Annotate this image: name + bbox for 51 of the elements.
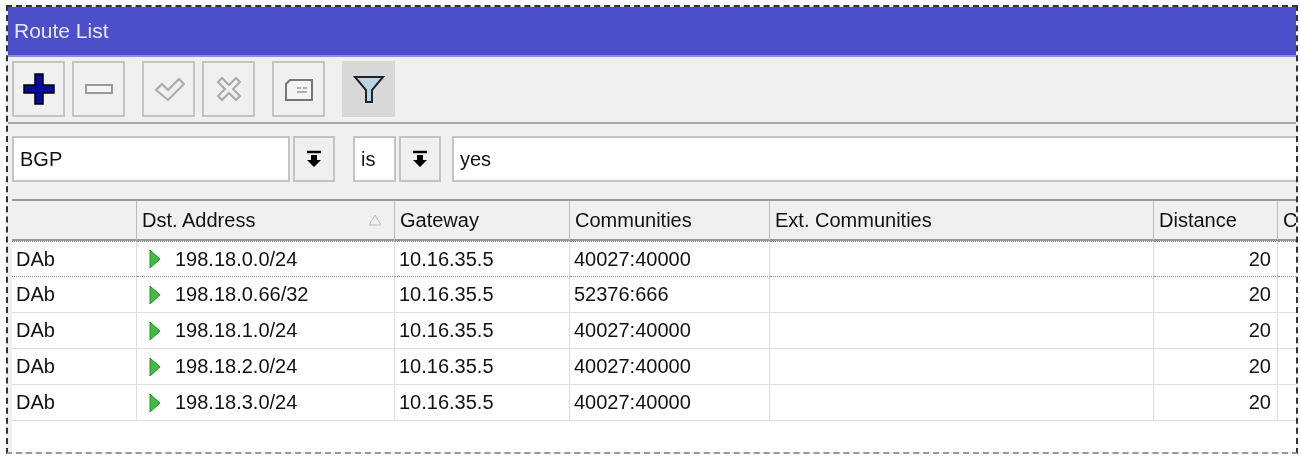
table-cell: 10.16.35.5 bbox=[395, 313, 570, 349]
column-header[interactable]: Communities bbox=[570, 201, 770, 241]
table-cell: 40027:40000 bbox=[570, 385, 770, 421]
table-cell: 198.18.1.0/24 bbox=[175, 319, 298, 342]
operator-dropdown[interactable]: is bbox=[353, 136, 396, 182]
dropdown-arrow-icon bbox=[306, 150, 322, 168]
table-cell: 52376:666 bbox=[570, 277, 770, 313]
table-cell: 20 bbox=[1154, 349, 1278, 385]
table-cell: 10.16.35.5 bbox=[395, 349, 570, 385]
table-cell: DAb bbox=[12, 385, 137, 421]
table-cell: 20 bbox=[1154, 385, 1278, 421]
dropdown-arrow-icon bbox=[412, 150, 428, 168]
table-cell: 198.18.2.0/24 bbox=[175, 355, 298, 378]
table-cell: 10.16.35.5 bbox=[395, 241, 570, 277]
comment-button[interactable] bbox=[272, 61, 325, 117]
route-arrow-icon bbox=[149, 356, 161, 377]
table-cell: 10.16.35.5 bbox=[395, 277, 570, 313]
window-title: Route List bbox=[14, 19, 109, 43]
route-arrow-icon bbox=[149, 284, 161, 305]
table-cell: 20 bbox=[1154, 313, 1278, 349]
dropdown-button[interactable] bbox=[293, 136, 335, 182]
table-cell: 198.18.0.66/32 bbox=[175, 283, 309, 306]
table-cell: 20 bbox=[1154, 241, 1278, 277]
route-arrow-icon bbox=[149, 320, 161, 341]
table-cell: 40027:40000 bbox=[570, 349, 770, 385]
route-arrow-icon bbox=[149, 392, 161, 413]
table-cell: 198.18.0.0/24 bbox=[175, 247, 298, 271]
minus-icon bbox=[83, 83, 114, 95]
filter-button[interactable] bbox=[342, 61, 395, 117]
column-header[interactable]: Distance bbox=[1154, 201, 1278, 241]
table-cell: DAb bbox=[12, 313, 137, 349]
table-cell: DAb bbox=[12, 277, 137, 313]
sort-arrow-icon bbox=[368, 213, 382, 227]
column-header[interactable]: Ext. Communities bbox=[770, 201, 1154, 241]
column-header[interactable]: Gateway bbox=[395, 201, 570, 241]
table-cell: 20 bbox=[1154, 277, 1278, 313]
table-cell: 40027:40000 bbox=[570, 241, 770, 277]
value-field[interactable]: yes bbox=[452, 136, 1296, 182]
table-cell: 10.16.35.5 bbox=[395, 385, 570, 421]
route-arrow-icon bbox=[149, 249, 161, 269]
property-dropdown[interactable]: BGP bbox=[12, 136, 290, 182]
column-header[interactable]: C bbox=[1278, 201, 1296, 241]
column-header[interactable]: Dst. Address bbox=[137, 201, 395, 241]
column-header[interactable] bbox=[12, 201, 137, 241]
dropdown-button[interactable] bbox=[399, 136, 441, 182]
table-cell: 40027:40000 bbox=[570, 313, 770, 349]
table-cell: 198.18.3.0/24 bbox=[175, 391, 298, 414]
add-button[interactable] bbox=[12, 61, 65, 117]
table-cell: DAb bbox=[12, 241, 137, 277]
remove-button[interactable] bbox=[72, 61, 125, 117]
table-cell: DAb bbox=[12, 349, 137, 385]
